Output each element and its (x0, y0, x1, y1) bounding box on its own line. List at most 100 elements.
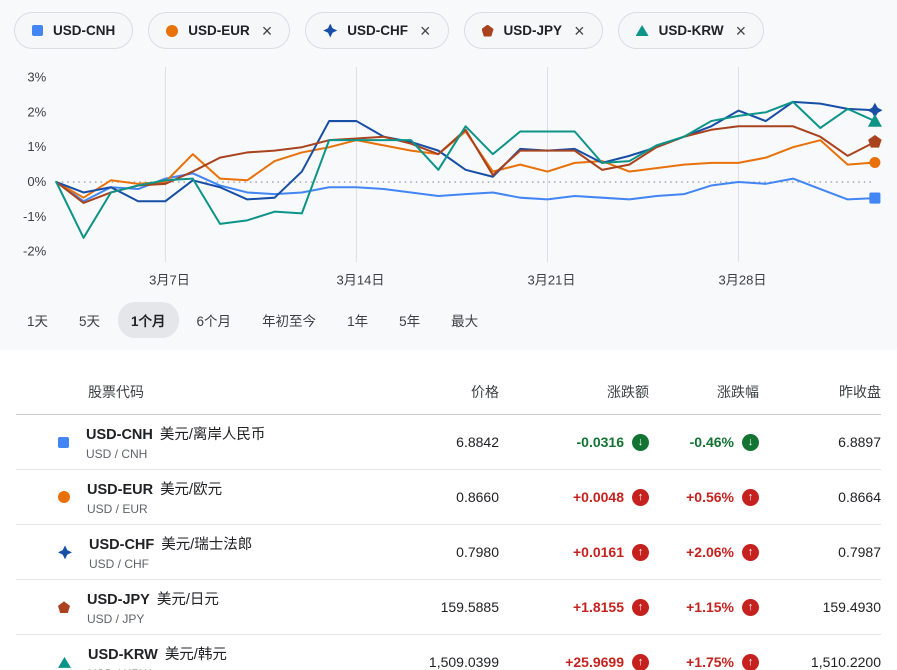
change-percent: +1.75% (686, 654, 734, 670)
usd-eur-circle-icon (166, 25, 178, 37)
ticker-name: 美元/日元 (157, 592, 219, 608)
svg-text:-2%: -2% (23, 244, 47, 259)
close-icon[interactable]: × (262, 22, 273, 40)
up-arrow-icon: ↑ (742, 654, 759, 670)
up-arrow-icon: ↑ (742, 599, 759, 616)
col-price: 价格 (329, 370, 499, 414)
quotes-table: 股票代码 价格 涨跌额 涨跌幅 昨收盘 USD-CNH 美元/离岸人民币 USD … (0, 370, 897, 670)
change-value: +25.9699 (565, 654, 624, 670)
chip-label: USD-KRW (659, 23, 724, 38)
chart-svg[interactable]: 3月7日3月14日3月21日3月28日3%2%1%0%-1%-2% (6, 57, 891, 296)
change-value: -0.0316 (577, 434, 624, 450)
range-6m[interactable]: 6个月 (184, 302, 245, 338)
col-ticker: 股票代码 (16, 370, 329, 414)
chart-panel: USD-CNH USD-EUR × USD-CHF × USD-JPY × US… (0, 0, 897, 350)
change-percent: +2.06% (686, 544, 734, 560)
table-row-usd-jpy[interactable]: USD-JPY 美元/日元 USD / JPY 159.5885 +1.8155 ↑… (16, 580, 881, 635)
col-change: 涨跌额 (499, 370, 649, 414)
chip-usd-jpy[interactable]: USD-JPY × (464, 12, 603, 49)
down-arrow-icon: ↓ (742, 434, 759, 451)
chip-label: USD-JPY (504, 23, 563, 38)
ticker-pair: USD / CHF (89, 557, 252, 571)
range-max[interactable]: 最大 (438, 302, 491, 338)
svg-text:3月21日: 3月21日 (528, 272, 576, 287)
price-value: 6.8842 (329, 434, 499, 450)
up-arrow-icon: ↑ (632, 654, 649, 670)
chip-label: USD-EUR (188, 23, 250, 38)
ticker-name: 美元/韩元 (165, 647, 227, 663)
col-change-pct: 涨跌幅 (649, 370, 759, 414)
svg-text:3月14日: 3月14日 (337, 272, 385, 287)
col-prev-close: 昨收盘 (759, 370, 881, 414)
change-percent: +0.56% (686, 489, 734, 505)
usd-krw-triangle-icon (58, 657, 71, 668)
usd-eur-circle-icon (58, 491, 70, 503)
svg-text:2%: 2% (27, 104, 46, 119)
table-row-usd-chf[interactable]: USD-CHF 美元/瑞士法郎 USD / CHF 0.7980 +0.0161 ↑… (16, 525, 881, 580)
price-value: 1,509.0399 (329, 654, 499, 670)
chip-usd-chf[interactable]: USD-CHF × (305, 12, 448, 49)
up-arrow-icon: ↑ (632, 489, 649, 506)
prev-close-value: 0.8664 (759, 489, 881, 505)
price-value: 0.7980 (329, 544, 499, 560)
svg-text:3月28日: 3月28日 (719, 272, 767, 287)
comparison-chart[interactable]: 3月7日3月14日3月21日3月28日3%2%1%0%-1%-2% (0, 55, 897, 296)
change-percent: +1.15% (686, 599, 734, 615)
table-row-usd-krw[interactable]: USD-KRW美元/韩元 USD / KRW 1,509.0399 +25.96… (16, 635, 881, 670)
ticker-pair: USD / EUR (87, 502, 222, 516)
up-arrow-icon: ↑ (632, 599, 649, 616)
chip-usd-krw[interactable]: USD-KRW × (618, 12, 765, 49)
ticker-symbol: USD-CNH (86, 427, 153, 443)
change-percent: -0.46% (690, 434, 734, 450)
ticker-symbol: USD-JPY (87, 592, 150, 608)
chip-label: USD-CHF (347, 23, 408, 38)
time-range-selector: 1天 5天 1个月 6个月 年初至今 1年 5年 最大 (0, 296, 897, 350)
range-1m[interactable]: 1个月 (118, 302, 179, 338)
change-value: +1.8155 (573, 599, 624, 615)
chip-usd-eur[interactable]: USD-EUR × (148, 12, 290, 49)
range-1y[interactable]: 1年 (334, 302, 381, 338)
ticker-symbol: USD-CHF (89, 537, 154, 553)
svg-text:1%: 1% (27, 139, 46, 154)
close-icon[interactable]: × (574, 22, 585, 40)
down-arrow-icon: ↓ (632, 434, 649, 451)
close-icon[interactable]: × (736, 22, 747, 40)
range-ytd[interactable]: 年初至今 (249, 302, 329, 338)
usd-jpy-pentagon-icon (482, 25, 494, 37)
price-value: 159.5885 (329, 599, 499, 615)
ticker-name: 美元/欧元 (160, 482, 222, 498)
prev-close-value: 6.8897 (759, 434, 881, 450)
ticker-pair: USD / JPY (87, 612, 219, 626)
ticker-name: 美元/瑞士法郎 (161, 537, 252, 553)
comparison-chips-row: USD-CNH USD-EUR × USD-CHF × USD-JPY × US… (0, 12, 897, 55)
close-icon[interactable]: × (420, 22, 431, 40)
range-5y[interactable]: 5年 (386, 302, 433, 338)
price-value: 0.8660 (329, 489, 499, 505)
svg-text:-1%: -1% (23, 209, 47, 224)
up-arrow-icon: ↑ (742, 544, 759, 561)
chip-usd-cnh[interactable]: USD-CNH (14, 12, 133, 49)
ticker-name: 美元/离岸人民币 (160, 427, 266, 443)
ticker-symbol: USD-EUR (87, 482, 153, 498)
usd-chf-star-icon (58, 545, 72, 559)
up-arrow-icon: ↑ (742, 489, 759, 506)
ticker-symbol: USD-KRW (88, 647, 158, 663)
prev-close-value: 0.7987 (759, 544, 881, 560)
table-row-usd-eur[interactable]: USD-EUR 美元/欧元 USD / EUR 0.8660 +0.0048 ↑ +… (16, 470, 881, 525)
up-arrow-icon: ↑ (632, 544, 649, 561)
svg-text:3%: 3% (27, 70, 46, 85)
ticker-pair: USD / CNH (86, 447, 265, 461)
usd-krw-triangle-icon (636, 25, 649, 36)
range-5d[interactable]: 5天 (66, 302, 113, 338)
usd-jpy-pentagon-icon (58, 601, 70, 613)
prev-close-value: 1,510.2200 (759, 654, 881, 670)
table-row-usd-cnh[interactable]: USD-CNH 美元/离岸人民币 USD / CNH 6.8842 -0.0316… (16, 415, 881, 470)
usd-cnh-square-icon (58, 437, 69, 448)
svg-text:3月7日: 3月7日 (149, 272, 190, 287)
usd-cnh-square-icon (32, 25, 43, 36)
range-1d[interactable]: 1天 (14, 302, 61, 338)
prev-close-value: 159.4930 (759, 599, 881, 615)
change-value: +0.0161 (573, 544, 624, 560)
change-value: +0.0048 (573, 489, 624, 505)
chip-label: USD-CNH (53, 23, 115, 38)
